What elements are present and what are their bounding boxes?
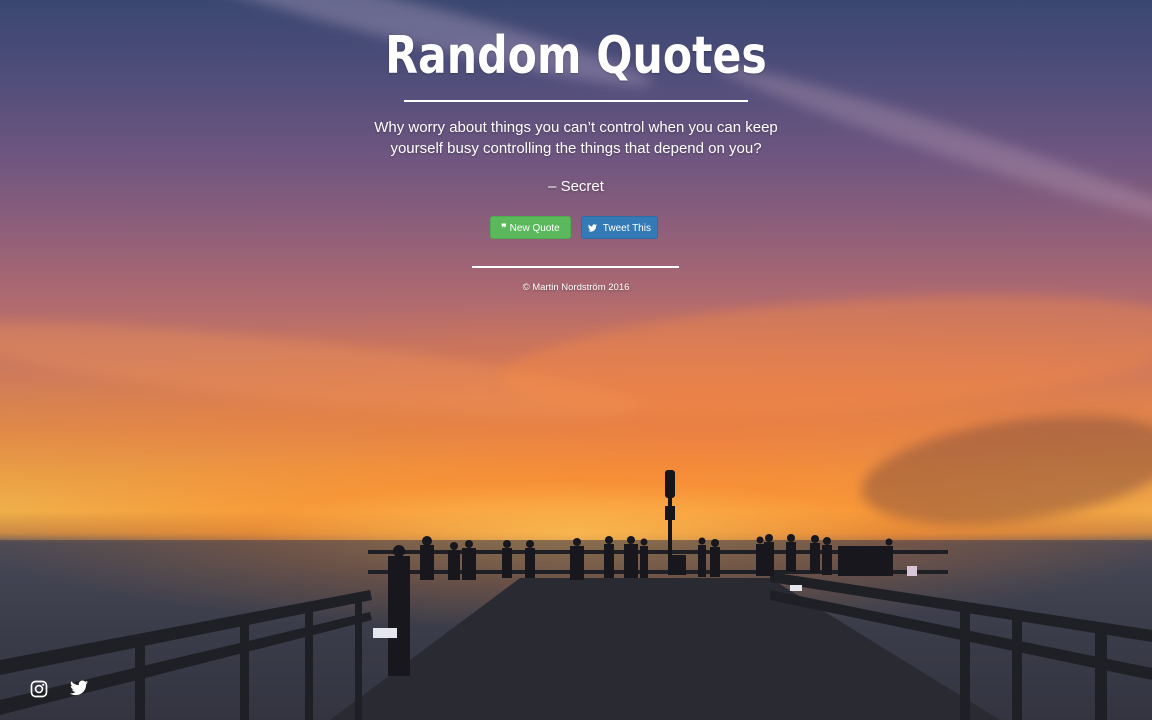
twitter-icon <box>70 680 88 696</box>
pier-silhouette <box>0 470 1152 720</box>
new-quote-label: New Quote <box>509 223 560 234</box>
new-quote-button[interactable]: ❞ New Quote <box>490 216 571 239</box>
tweet-this-label: Tweet This <box>602 223 651 234</box>
quote-text: Why worry about things you can’t control… <box>374 119 778 157</box>
tweet-this-button[interactable]: Tweet This <box>581 216 658 239</box>
footer-divider <box>472 266 679 268</box>
quote-author: – Secret <box>548 178 604 195</box>
twitter-link[interactable] <box>70 680 88 698</box>
instagram-link[interactable] <box>30 680 48 698</box>
copyright-text: © Martin Nordström 2016 <box>522 282 630 293</box>
title-divider <box>404 100 748 102</box>
page-title: Random Quotes <box>385 26 767 86</box>
instagram-icon <box>30 680 48 698</box>
quote-icon: ❞ <box>501 223 507 234</box>
twitter-icon <box>588 223 600 234</box>
